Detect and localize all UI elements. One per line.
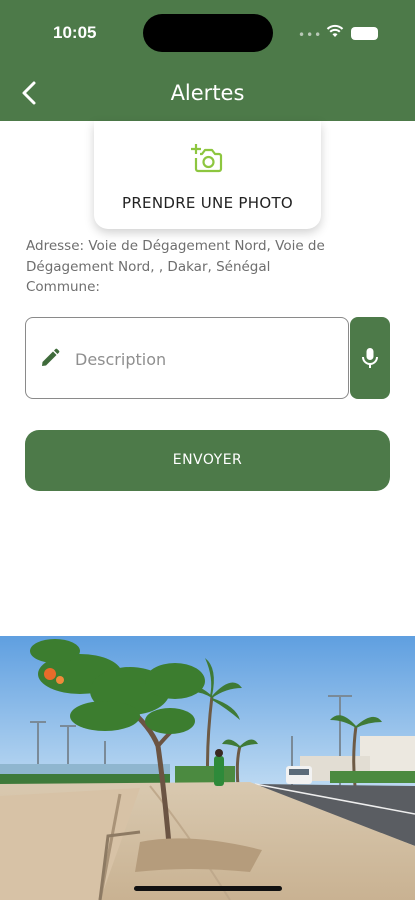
description-input[interactable] [75,340,335,378]
status-time: 10:05 [53,23,97,42]
address-line: Adresse: Voie de Dégagement Nord, Voie d… [26,238,325,254]
microphone-button[interactable] [350,317,390,399]
commune-line: Commune: [26,279,100,295]
address-text: Adresse: Voie de Dégagement Nord, Voie d… [26,236,396,298]
address-line: Dégagement Nord, , Dakar, Sénégal [26,258,271,275]
battery-icon [351,27,378,40]
add-camera-icon [191,144,223,173]
wifi-icon [326,24,344,37]
app-header: 10:05 ••• Alertes [0,0,415,121]
send-button[interactable]: ENVOYER [25,430,390,491]
home-indicator [134,886,282,891]
signal-icon: ••• [298,28,323,42]
description-field[interactable] [25,317,349,399]
pencil-icon [42,348,60,366]
page-title: Alertes [170,81,245,105]
microphone-icon [362,348,378,368]
dynamic-island [143,14,273,52]
take-photo-label: PRENDRE UNE PHOTO [121,194,294,212]
take-photo-button[interactable]: PRENDRE UNE PHOTO [94,121,321,229]
street-photo [0,636,415,900]
